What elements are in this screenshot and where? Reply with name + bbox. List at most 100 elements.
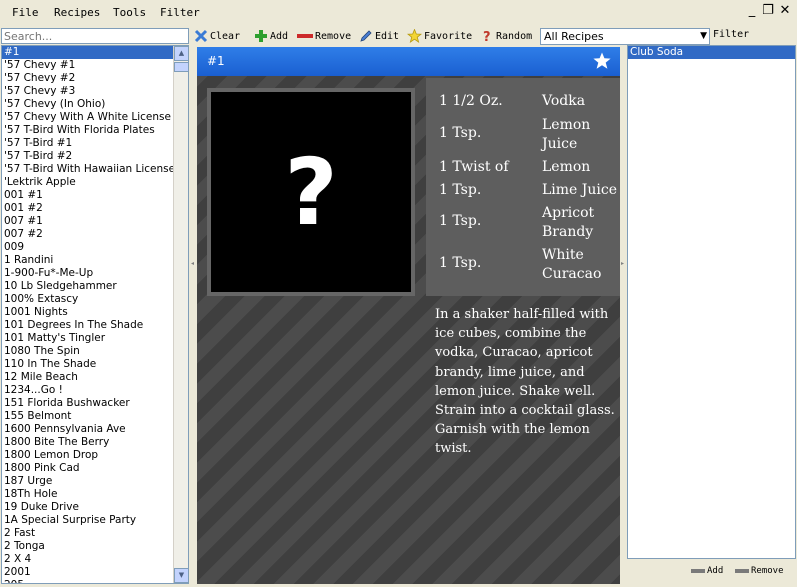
- ingredient-list: 1 1/2 Oz. Vodka 1 Tsp. Lemon Juice 1 Twist o…: [426, 78, 620, 296]
- ingredient-quantity: 1 Tsp.: [439, 255, 482, 271]
- ingredient-quantity: 1 Tsp.: [439, 213, 482, 229]
- recipe-list-item[interactable]: '57 Chevy (In Ohio): [2, 98, 174, 111]
- recipe-list-item[interactable]: 009: [2, 241, 174, 254]
- ingredient-name: Lime Juice: [542, 182, 618, 198]
- recipe-list-item[interactable]: '57 Chevy #2: [2, 72, 174, 85]
- recipe-list-item[interactable]: 110 In The Shade: [2, 358, 174, 371]
- recipe-list-item[interactable]: 1600 Pennsylvania Ave: [2, 423, 174, 436]
- glass-list[interactable]: Club Soda: [627, 45, 796, 559]
- glass-add-button[interactable]: Add: [691, 566, 723, 576]
- recipe-list-item[interactable]: '57 Chevy #3: [2, 85, 174, 98]
- random-button[interactable]: ? Random: [482, 27, 532, 45]
- search-input[interactable]: [1, 28, 189, 44]
- recipe-list-item[interactable]: 205: [2, 579, 174, 583]
- right-splitter[interactable]: ▸: [620, 45, 626, 584]
- remove-icon: [735, 569, 749, 573]
- glass-add-label: Add: [707, 566, 724, 576]
- toolbar: Clear Add Remove Edit Favorite ? Random …: [193, 27, 797, 45]
- recipe-list-item[interactable]: '57 T-Bird With Hawaiian License P: [2, 163, 174, 176]
- recipe-list-item[interactable]: 2001: [2, 566, 174, 579]
- favorite-star-icon[interactable]: [592, 51, 612, 71]
- recipe-list-item[interactable]: 2 Tonga: [2, 540, 174, 553]
- recipe-list-item[interactable]: '57 Chevy #1: [2, 59, 174, 72]
- recipe-title: #1: [207, 54, 225, 68]
- recipe-list-item[interactable]: '57 T-Bird #1: [2, 137, 174, 150]
- remove-icon: [297, 34, 313, 38]
- recipe-list-item[interactable]: 1800 Bite The Berry: [2, 436, 174, 449]
- ingredient-name: White Curacao: [542, 247, 602, 282]
- list-scrollbar[interactable]: ▲ ▼: [173, 46, 188, 583]
- chevron-down-icon: ▼: [700, 31, 707, 41]
- menu-tools[interactable]: Tools: [113, 6, 146, 19]
- recipe-list-item[interactable]: 007 #1: [2, 215, 174, 228]
- category-select[interactable]: All Recipes ▼: [540, 28, 710, 45]
- recipe-image: ?: [207, 88, 415, 296]
- ingredient-quantity: 1 Twist of: [439, 159, 509, 175]
- ingredient-name: Lemon: [542, 159, 591, 175]
- remove-button[interactable]: Remove: [297, 27, 351, 45]
- clear-button[interactable]: Clear: [194, 27, 240, 45]
- filter-button[interactable]: Filter: [713, 29, 749, 40]
- favorite-button[interactable]: Favorite: [407, 27, 472, 45]
- ingredient-name: Lemon Juice: [542, 117, 591, 152]
- recipe-list-item[interactable]: 2 Fast: [2, 527, 174, 540]
- recipe-list-item[interactable]: 19 Duke Drive: [2, 501, 174, 514]
- recipe-list-item[interactable]: 1001 Nights: [2, 306, 174, 319]
- recipe-list-item[interactable]: 18Th Hole: [2, 488, 174, 501]
- recipe-list-item[interactable]: 1234...Go !: [2, 384, 174, 397]
- pencil-icon: [360, 30, 372, 42]
- menu-file[interactable]: File: [12, 6, 39, 19]
- scroll-thumb[interactable]: [174, 62, 188, 72]
- recipe-list-item[interactable]: 'Lektrik Apple: [2, 176, 174, 189]
- restore-icon[interactable]: ❐: [760, 3, 776, 19]
- recipe-list-item[interactable]: 12 Mile Beach: [2, 371, 174, 384]
- image-placeholder: ?: [284, 138, 338, 246]
- recipe-list-item[interactable]: 155 Belmont: [2, 410, 174, 423]
- recipe-detail-panel: #1 ? 1 1/2 Oz. Vodka 1 Tsp. Lemon Juice 1 Tw…: [197, 47, 620, 584]
- glass-remove-button[interactable]: Remove: [735, 566, 784, 576]
- glass-list-item[interactable]: Club Soda: [628, 46, 795, 59]
- recipe-list-item[interactable]: 1800 Lemon Drop: [2, 449, 174, 462]
- edit-label: Edit: [375, 30, 400, 42]
- scroll-down-icon[interactable]: ▼: [174, 568, 188, 583]
- recipe-items: #1'57 Chevy #1'57 Chevy #2'57 Chevy #3'5…: [2, 46, 174, 583]
- scroll-up-icon[interactable]: ▲: [174, 46, 188, 61]
- recipe-list-item[interactable]: 2 X 4: [2, 553, 174, 566]
- recipe-list-item[interactable]: '57 T-Bird With Florida Plates: [2, 124, 174, 137]
- recipe-list-item[interactable]: 1A Special Surprise Party: [2, 514, 174, 527]
- glass-list-footer: Add Remove: [627, 562, 796, 582]
- ingredient-name: Apricot Brandy: [542, 205, 595, 240]
- recipe-list-item[interactable]: 007 #2: [2, 228, 174, 241]
- recipe-list-item[interactable]: 100% Extascy: [2, 293, 174, 306]
- menu-filter[interactable]: Filter: [160, 6, 200, 19]
- favorite-label: Favorite: [424, 30, 473, 42]
- remove-label: Remove: [315, 30, 352, 42]
- recipe-list-item[interactable]: 001 #2: [2, 202, 174, 215]
- close-icon[interactable]: ✕: [777, 3, 793, 19]
- recipe-list[interactable]: #1'57 Chevy #1'57 Chevy #2'57 Chevy #3'5…: [1, 45, 189, 584]
- recipe-list-item[interactable]: 151 Florida Bushwacker: [2, 397, 174, 410]
- random-label: Random: [496, 30, 533, 42]
- menu-recipes[interactable]: Recipes: [54, 6, 100, 19]
- recipe-list-item[interactable]: '57 T-Bird #2: [2, 150, 174, 163]
- recipe-list-item[interactable]: 10 Lb Sledgehammer: [2, 280, 174, 293]
- recipe-list-item[interactable]: 1080 The Spin: [2, 345, 174, 358]
- recipe-list-item[interactable]: 187 Urge: [2, 475, 174, 488]
- edit-button[interactable]: Edit: [359, 27, 399, 45]
- recipe-list-item[interactable]: 1-900-Fu*-Me-Up: [2, 267, 174, 280]
- glass-items: Club Soda: [628, 46, 795, 59]
- recipe-list-item[interactable]: '57 Chevy With A White License Pla: [2, 111, 174, 124]
- splitter-grip-icon: ▸: [621, 260, 625, 267]
- add-button[interactable]: Add: [254, 27, 288, 45]
- recipe-list-item[interactable]: 1800 Pink Cad: [2, 462, 174, 475]
- ingredient-quantity: 1 Tsp.: [439, 125, 482, 141]
- recipe-list-item[interactable]: 001 #1: [2, 189, 174, 202]
- recipe-list-item[interactable]: 101 Matty's Tingler: [2, 332, 174, 345]
- minimize-icon[interactable]: _: [744, 3, 760, 19]
- add-label: Add: [270, 30, 289, 42]
- recipe-list-item[interactable]: 101 Degrees In The Shade: [2, 319, 174, 332]
- recipe-list-item[interactable]: 1 Randini: [2, 254, 174, 267]
- left-splitter[interactable]: ◂: [190, 45, 196, 584]
- clear-label: Clear: [210, 30, 241, 42]
- recipe-list-item[interactable]: #1: [2, 46, 174, 59]
